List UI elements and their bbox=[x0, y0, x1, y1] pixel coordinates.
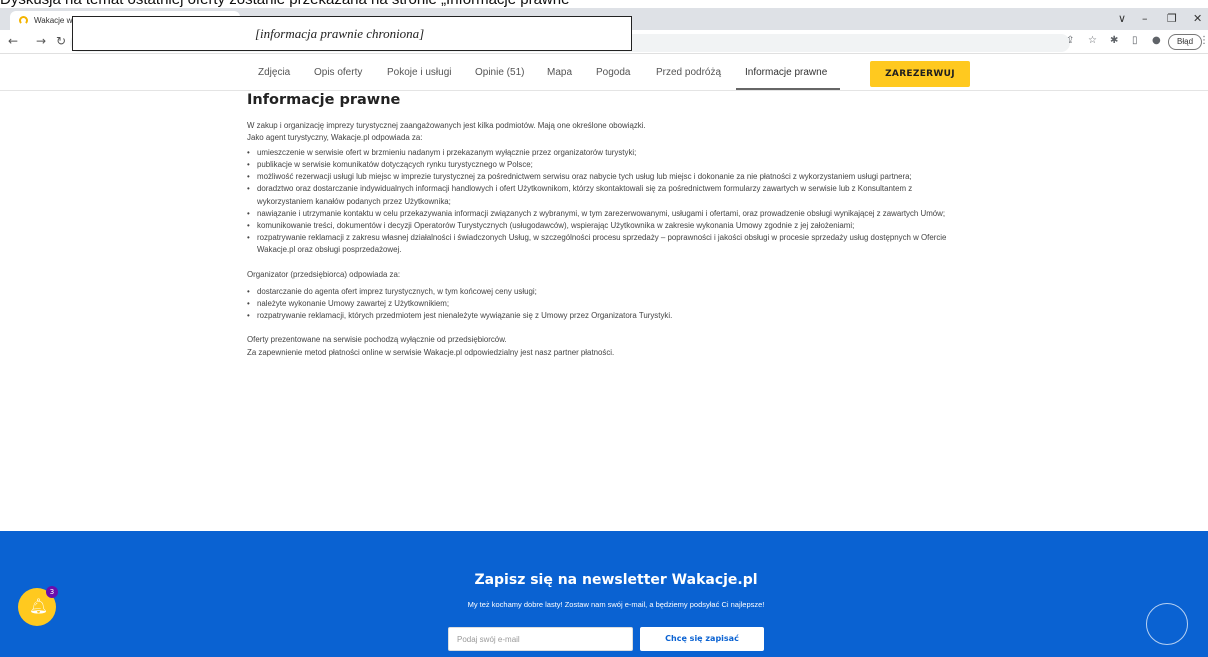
book-button[interactable]: ZAREZERWUJ bbox=[870, 61, 970, 87]
newsletter-email-input[interactable] bbox=[448, 627, 633, 651]
legal-intro-text: W zakup i organizację imprezy turystyczn… bbox=[247, 121, 646, 130]
organizer-duties-list: dostarczanie do agenta ofert imprez tury… bbox=[247, 286, 967, 322]
organizer-duties-heading: Organizator (przedsiębiorca) odpowiada z… bbox=[247, 270, 401, 280]
minimize-icon[interactable]: – bbox=[1142, 12, 1148, 25]
tab-search-chevron-icon[interactable]: ∨ bbox=[1118, 12, 1126, 25]
browser-tab-title: Wakacje w bbox=[34, 16, 73, 25]
list-item: komunikowanie treści, dokumentów i decyz… bbox=[247, 220, 967, 232]
newsletter-footer: Zapisz się na newsletter Wakacje.pl My t… bbox=[0, 531, 1208, 657]
browser-menu-icon[interactable]: ⋮ bbox=[1199, 35, 1208, 46]
chat-widget-icon[interactable] bbox=[1146, 603, 1188, 645]
redaction-note: [informacja prawnie chroniona] bbox=[255, 26, 425, 41]
payment-partner-note: Za zapewnienie metod płatności online w … bbox=[247, 347, 615, 357]
top-caption-strip: Dyskusja na temat ostatniej oferty zosta… bbox=[0, 0, 1208, 8]
star-icon[interactable]: ☆ bbox=[1088, 35, 1097, 46]
close-icon[interactable]: ✕ bbox=[1193, 12, 1202, 25]
legal-info-title: Informacje prawne bbox=[247, 92, 401, 108]
list-item: publikacje w serwisie komunikatów dotycz… bbox=[247, 159, 967, 171]
profile-icon[interactable]: ● bbox=[1152, 35, 1161, 46]
nav-item-before-trip[interactable]: Przed podróżą bbox=[656, 67, 721, 78]
agent-duties-heading: Jako agent turystyczny, Wakacje.pl odpow… bbox=[247, 133, 423, 143]
list-item: umieszczenie w serwisie ofert w brzmieni… bbox=[247, 147, 967, 159]
list-item: doradztwo oraz dostarczanie indywidualny… bbox=[247, 183, 967, 207]
notification-bell-button[interactable]: 🔔︎ 3 bbox=[18, 586, 58, 626]
nav-item-weather[interactable]: Pogoda bbox=[596, 67, 630, 78]
list-item: możliwość rezerwacji usługi lub miejsc w… bbox=[247, 171, 967, 183]
newsletter-title: Zapisz się na newsletter Wakacje.pl bbox=[474, 572, 758, 588]
reload-icon[interactable]: ↻ bbox=[56, 34, 66, 48]
nav-item-legal-info[interactable]: Informacje prawne bbox=[745, 67, 827, 78]
newsletter-subtitle: My też kochamy dobre lasty! Zostaw nam s… bbox=[467, 600, 765, 609]
browser-error-pill[interactable]: Błąd bbox=[1168, 34, 1203, 50]
nav-item-reviews[interactable]: Opinie (51) bbox=[475, 67, 524, 78]
list-item: rozpatrywanie reklamacji, których przedm… bbox=[247, 310, 967, 322]
nav-item-map[interactable]: Mapa bbox=[547, 67, 572, 78]
offers-source-note: Oferty prezentowane na serwisie pochodzą… bbox=[247, 335, 507, 345]
agent-duties-list: umieszczenie w serwisie ofert w brzmieni… bbox=[247, 147, 967, 256]
list-item: rozpatrywanie reklamacji z zakresu własn… bbox=[247, 232, 967, 256]
list-item: należyte wykonanie Umowy zawartej z Użyt… bbox=[247, 298, 967, 310]
back-icon[interactable]: ← bbox=[8, 34, 18, 48]
restore-icon[interactable]: ❐ bbox=[1167, 12, 1177, 25]
legal-info-section: Informacje prawne W zakup i organizację … bbox=[247, 89, 967, 359]
redaction-box: [informacja prawnie chroniona] bbox=[72, 16, 632, 51]
top-caption-text: Dyskusja na temat ostatniej oferty zosta… bbox=[0, 0, 574, 8]
puzzle-icon[interactable]: ✱ bbox=[1110, 35, 1118, 46]
list-item: dostarczanie do agenta ofert imprez tury… bbox=[247, 286, 967, 298]
site-favicon-icon bbox=[19, 16, 28, 25]
nav-item-rooms[interactable]: Pokoje i usługi bbox=[387, 67, 451, 78]
offer-page-nav: Zdjęcia Opis oferty Pokoje i usługi Opin… bbox=[0, 57, 1208, 91]
bell-icon: 🔔︎ bbox=[29, 597, 49, 615]
nav-item-description[interactable]: Opis oferty bbox=[314, 67, 362, 78]
notification-count-badge: 3 bbox=[46, 586, 58, 598]
share-icon[interactable]: ⇪ bbox=[1066, 35, 1074, 46]
nav-item-photos[interactable]: Zdjęcia bbox=[258, 67, 290, 78]
forward-icon[interactable]: → bbox=[36, 34, 46, 48]
sidepanel-icon[interactable]: ▯ bbox=[1132, 35, 1138, 46]
list-item: nawiązanie i utrzymanie kontaktu w celu … bbox=[247, 208, 967, 220]
newsletter-subscribe-button[interactable]: Chcę się zapisać bbox=[640, 627, 764, 651]
